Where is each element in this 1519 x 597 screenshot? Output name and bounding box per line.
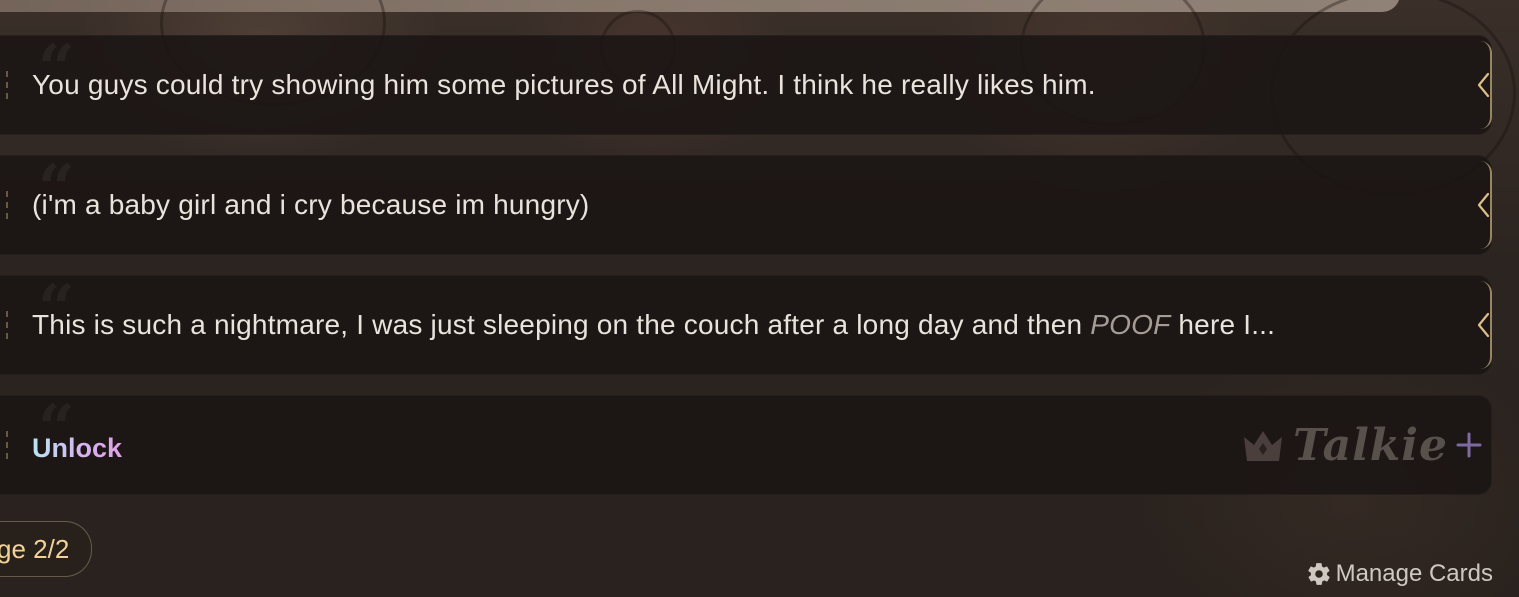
card-divider bbox=[6, 431, 8, 459]
suggested-reply-card-2[interactable]: “ (i'm a baby girl and i cry because im … bbox=[0, 155, 1492, 255]
locked-reply-card[interactable]: “ Unlock Talkie bbox=[0, 395, 1492, 495]
brand-name: Talkie bbox=[1293, 419, 1448, 471]
chevron-left-icon[interactable] bbox=[1476, 312, 1490, 338]
reply-text: This is such a nightmare, I was just sle… bbox=[32, 309, 1276, 340]
talkie-plus-logo: Talkie bbox=[1241, 419, 1482, 471]
suggested-reply-card-1[interactable]: “ You guys could try showing him some pi… bbox=[0, 35, 1492, 135]
card-divider bbox=[6, 191, 8, 219]
card-divider bbox=[6, 71, 8, 99]
crown-icon bbox=[1244, 431, 1283, 461]
suggested-reply-card-3[interactable]: “ This is such a nightmare, I was just s… bbox=[0, 275, 1492, 375]
manage-cards-label: Manage Cards bbox=[1335, 560, 1493, 587]
reply-text: (i'm a baby girl and i cry because im hu… bbox=[32, 189, 590, 220]
sparkle-plus-icon bbox=[1456, 432, 1482, 458]
manage-cards-button[interactable]: Manage Cards bbox=[1306, 560, 1493, 588]
card-divider bbox=[6, 311, 8, 339]
reply-text: You guys could try showing him some pict… bbox=[32, 69, 1096, 100]
unlock-button[interactable]: Unlock bbox=[32, 433, 122, 464]
gear-icon bbox=[1307, 563, 1330, 585]
page-indicator[interactable]: ge 2/2 bbox=[0, 521, 93, 577]
page-indicator-label: ge 2/2 bbox=[0, 533, 70, 564]
chevron-left-icon[interactable] bbox=[1476, 192, 1490, 218]
chevron-left-icon[interactable] bbox=[1476, 72, 1490, 98]
